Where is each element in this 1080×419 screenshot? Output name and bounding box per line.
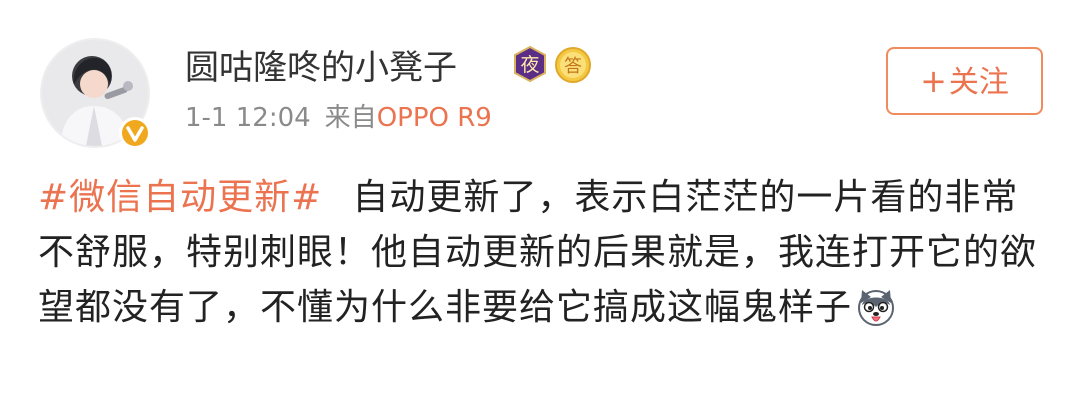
source-device-link[interactable]: OPPO R9: [377, 103, 492, 133]
username[interactable]: 圆咕隆咚的小凳子: [185, 42, 457, 94]
svg-text:夜: 夜: [520, 54, 539, 76]
post-time: 1-1 12:04: [185, 103, 311, 133]
plus-icon: +: [920, 62, 947, 100]
source-label: 来自: [324, 103, 377, 133]
verified-v-icon: [118, 116, 152, 150]
follow-button[interactable]: +关注: [886, 47, 1043, 115]
post-header: 圆咕隆咚的小凳子 夜 答 1-1 12:04 来自OPPO R9 +关注: [0, 0, 1080, 160]
night-badge-icon[interactable]: 夜: [512, 45, 548, 83]
svg-text:答: 答: [564, 56, 582, 77]
topic-link[interactable]: #微信自动更新#: [38, 177, 322, 218]
follow-label: 关注: [948, 65, 1009, 100]
post-meta: 1-1 12:04 来自OPPO R9: [185, 98, 492, 138]
post-content: #微信自动更新# 自动更新了，表示白茫茫的一片看的非常不舒服，特别刺眼！他自动更新…: [38, 170, 1046, 335]
weibo-post: 圆咕隆咚的小凳子 夜 答 1-1 12:04 来自OPPO R9 +关注 #微信…: [0, 0, 1080, 419]
husky-dog-emoji-icon: [856, 287, 896, 327]
avatar[interactable]: [40, 38, 152, 150]
answer-badge-icon[interactable]: 答: [554, 46, 592, 84]
